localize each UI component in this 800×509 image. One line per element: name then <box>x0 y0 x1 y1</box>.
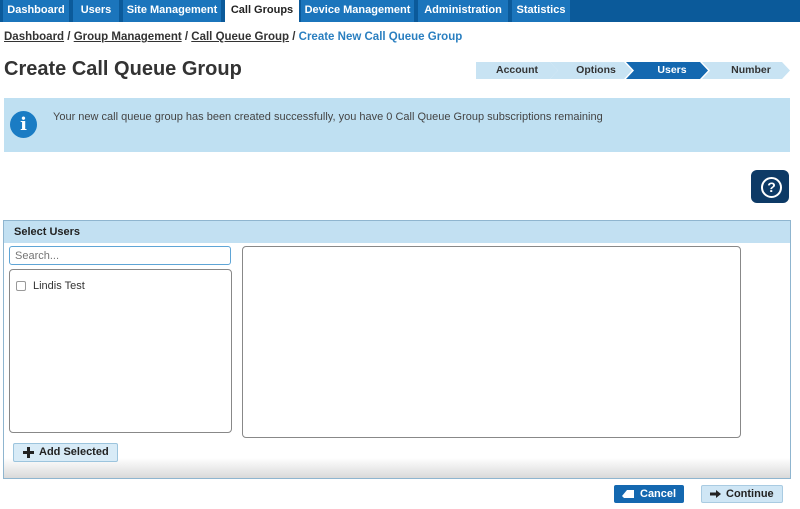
help-button[interactable]: ? <box>751 170 789 203</box>
tab-administration[interactable]: Administration <box>418 0 510 22</box>
breadcrumb-separator: / <box>184 31 189 43</box>
step-account: Account <box>476 62 558 79</box>
tab-call-groups[interactable]: Call Groups <box>225 0 299 23</box>
breadcrumb-separator: / <box>67 31 71 43</box>
breadcrumb-dashboard[interactable]: Dashboard <box>4 31 64 43</box>
arrow-right-icon <box>710 490 721 498</box>
breadcrumb-separator: / <box>292 31 296 43</box>
panel-footer <box>4 458 790 478</box>
tab-statistics[interactable]: Statistics <box>512 0 572 22</box>
selected-users-list[interactable] <box>242 246 741 438</box>
help-icon: ? <box>761 177 782 198</box>
user-label-lindis-test[interactable]: Lindis Test <box>33 280 85 292</box>
breadcrumb-current: Create New Call Queue Group <box>298 31 463 43</box>
breadcrumb-call-queue-group[interactable]: Call Queue Group <box>191 31 289 43</box>
success-banner <box>4 98 790 152</box>
tab-site-management[interactable]: Site Management <box>123 0 223 22</box>
panel-title: Select Users <box>4 221 790 243</box>
step-users: Users <box>626 62 708 79</box>
step-users-label: Users <box>657 64 687 76</box>
breadcrumb: Dashboard / Group Management / Call Queu… <box>4 31 462 43</box>
tab-users[interactable]: Users <box>73 0 121 22</box>
breadcrumb-group-management[interactable]: Group Management <box>74 31 182 43</box>
plus-icon <box>23 447 34 458</box>
page-title: Create Call Queue Group <box>4 58 242 80</box>
info-icon: i <box>10 111 37 138</box>
tab-dashboard[interactable]: Dashboard <box>3 0 71 22</box>
step-number: Number <box>702 62 790 79</box>
step-number-label: Number <box>731 64 771 76</box>
available-users-list[interactable] <box>9 269 232 433</box>
step-options: Options <box>550 62 632 79</box>
step-options-label: Options <box>576 64 616 76</box>
step-account-label: Account <box>496 64 538 76</box>
eraser-icon <box>622 490 634 498</box>
top-navigation: Dashboard Users Site Management Call Gro… <box>0 0 800 23</box>
user-checkbox-lindis-test[interactable] <box>16 281 26 291</box>
search-input[interactable] <box>9 246 231 265</box>
success-message: Your new call queue group has been creat… <box>53 111 603 123</box>
wizard-steps: Account Options Users Number <box>476 62 790 79</box>
tab-device-management[interactable]: Device Management <box>301 0 416 22</box>
